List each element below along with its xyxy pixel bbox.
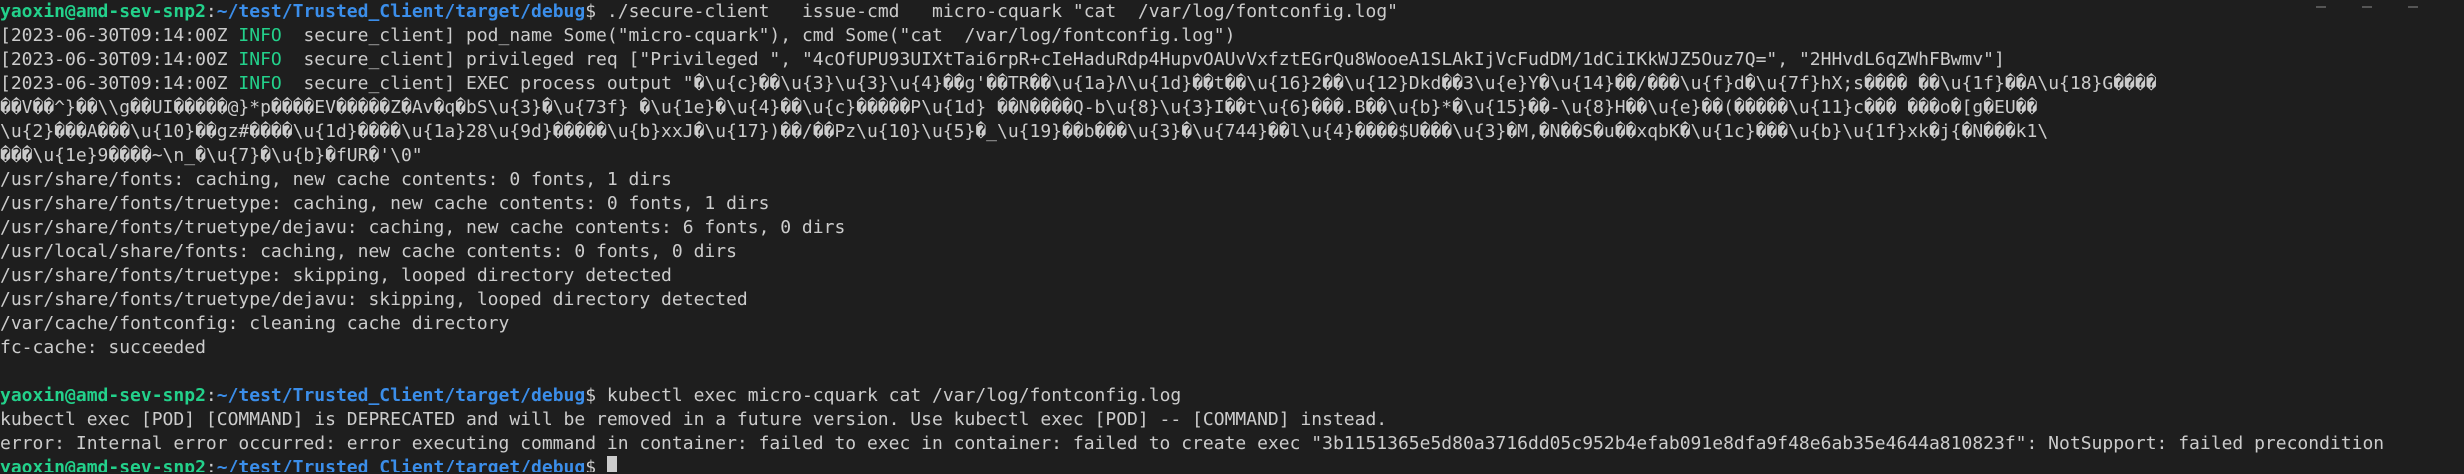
- output-text: /var/cache/fontconfig: cleaning cache di…: [0, 313, 510, 334]
- output-line: /var/cache/fontconfig: cleaning cache di…: [0, 312, 2464, 336]
- log-level: INFO: [238, 25, 293, 46]
- prompt-line: yaoxin@amd-sev-snp2:~/test/Trusted_Clien…: [0, 456, 2464, 472]
- output-text: /usr/share/fonts: caching, new cache con…: [0, 169, 672, 190]
- log-line: [2023-06-30T09:14:00Z INFO secure_client…: [0, 72, 2464, 96]
- prompt-line: yaoxin@amd-sev-snp2:~/test/Trusted_Clien…: [0, 384, 2464, 408]
- log-level: INFO: [238, 49, 293, 70]
- output-text: /usr/share/fonts/truetype: skipping, loo…: [0, 265, 672, 286]
- command-text: kubectl exec micro-cquark cat /var/log/f…: [596, 385, 1182, 406]
- output-text: /usr/share/fonts/truetype/dejavu: cachin…: [0, 217, 846, 238]
- output-text: error: Internal error occurred: error ex…: [0, 433, 2385, 454]
- output-text: /usr/share/fonts/truetype: caching, new …: [0, 193, 770, 214]
- output-text: ���\u{1e}9����~\n_�\u{7}�\u{b}�fUR�'\0": [0, 145, 423, 166]
- output-text: \u{2}���A���\u{10}��gz#����\u{1d}����\u{…: [0, 121, 2049, 142]
- prompt-path: ~/test/Trusted_Client/target/debug: [216, 385, 586, 406]
- prompt-symbol: $: [585, 457, 597, 472]
- log-line: [2023-06-30T09:14:00Z INFO secure_client…: [0, 48, 2464, 72]
- output-line: \u{2}���A���\u{10}��gz#����\u{1d}����\u{…: [0, 120, 2464, 144]
- command-text: [596, 457, 607, 472]
- prompt-user-host: yaoxin@amd-sev-snp2: [0, 1, 206, 22]
- log-line: [2023-06-30T09:14:00Z INFO secure_client…: [0, 24, 2464, 48]
- terminal-output: yaoxin@amd-sev-snp2:~/test/Trusted_Clien…: [0, 0, 2464, 472]
- log-timestamp: [2023-06-30T09:14:00Z: [0, 49, 239, 70]
- output-text: /usr/local/share/fonts: caching, new cac…: [0, 241, 737, 262]
- prompt-colon: :: [205, 385, 217, 406]
- log-level: INFO: [238, 73, 293, 94]
- prompt-user-host: yaoxin@amd-sev-snp2: [0, 457, 206, 472]
- output-line: ���\u{1e}9����~\n_�\u{7}�\u{b}�fUR�'\0": [0, 144, 2464, 168]
- output-text: fc-cache: succeeded: [0, 337, 206, 358]
- prompt-line: yaoxin@amd-sev-snp2:~/test/Trusted_Clien…: [0, 0, 2464, 24]
- log-message: secure_client] EXEC process output "�\u{…: [292, 73, 2157, 94]
- output-line: /usr/local/share/fonts: caching, new cac…: [0, 240, 2464, 264]
- terminal-window[interactable]: yaoxin@amd-sev-snp2:~/test/Trusted_Clien…: [0, 0, 2464, 474]
- prompt-path: ~/test/Trusted_Client/target/debug: [216, 457, 586, 472]
- prompt-symbol: $: [585, 385, 597, 406]
- window-edge-artifact: [2218, 0, 2418, 8]
- output-line: fc-cache: succeeded: [0, 336, 2464, 360]
- output-line: error: Internal error occurred: error ex…: [0, 432, 2464, 456]
- command-text: ./secure-client issue-cmd micro-cquark "…: [596, 1, 1398, 22]
- log-message: secure_client] privileged req ["Privileg…: [292, 49, 2005, 70]
- output-text: ��V��^}��\\g��UI�����@}*p����EV�����Z�Av…: [0, 97, 2038, 118]
- log-timestamp: [2023-06-30T09:14:00Z: [0, 25, 239, 46]
- output-line: /usr/share/fonts: caching, new cache con…: [0, 168, 2464, 192]
- output-line: kubectl exec [POD] [COMMAND] is DEPRECAT…: [0, 408, 2464, 432]
- output-line: /usr/share/fonts/truetype/dejavu: skippi…: [0, 288, 2464, 312]
- output-line: /usr/share/fonts/truetype: caching, new …: [0, 192, 2464, 216]
- prompt-path: ~/test/Trusted_Client/target/debug: [216, 1, 586, 22]
- prompt-symbol: $: [585, 1, 597, 22]
- output-line: /usr/share/fonts/truetype/dejavu: cachin…: [0, 216, 2464, 240]
- prompt-user-host: yaoxin@amd-sev-snp2: [0, 385, 206, 406]
- output-text: /usr/share/fonts/truetype/dejavu: skippi…: [0, 289, 748, 310]
- cursor[interactable]: [606, 456, 617, 472]
- log-message: secure_client] pod_name Some("micro-cqua…: [292, 25, 1236, 46]
- output-line: ��V��^}��\\g��UI�����@}*p����EV�����Z�Av…: [0, 96, 2464, 120]
- output-text: kubectl exec [POD] [COMMAND] is DEPRECAT…: [0, 409, 1388, 430]
- prompt-colon: :: [205, 1, 217, 22]
- output-line: /usr/share/fonts/truetype: skipping, loo…: [0, 264, 2464, 288]
- log-timestamp: [2023-06-30T09:14:00Z: [0, 73, 239, 94]
- prompt-colon: :: [205, 457, 217, 472]
